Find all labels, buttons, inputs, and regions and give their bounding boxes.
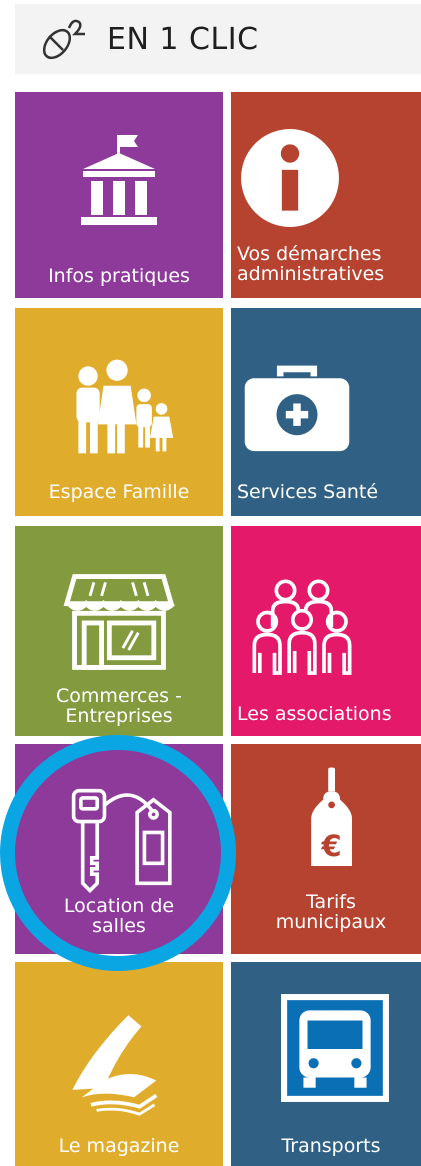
key-tag-icon [71, 788, 172, 894]
family-icon [76, 359, 174, 454]
tile-label: Tarifs municipaux [275, 891, 387, 933]
shop-icon [63, 574, 175, 670]
tile-services-sante[interactable]: Services Santé [231, 308, 421, 516]
header-title: EN 1 CLIC [107, 21, 259, 57]
tile-label: Vos démarches administratives [237, 243, 385, 285]
info-icon [241, 129, 339, 227]
tile-location-de-salles[interactable]: Location de salles [15, 744, 223, 954]
medical-kit-icon [244, 365, 350, 452]
people-group-icon [252, 579, 352, 675]
tile-label: Infos pratiques [48, 265, 190, 287]
bus-icon [281, 994, 389, 1102]
tile-tarifs-municipaux[interactable]: € Tarifs municipaux [231, 744, 421, 954]
tile-label: Les associations [237, 703, 392, 725]
town-hall-icon [81, 135, 157, 225]
tile-label: Location de salles [63, 895, 175, 937]
tile-label: Le magazine [58, 1135, 180, 1157]
svg-text:€: € [321, 829, 342, 863]
tile-les-associations[interactable]: Les associations [231, 526, 421, 736]
header-bar: EN 1 CLIC [15, 4, 421, 74]
tile-le-magazine[interactable]: Le magazine [15, 962, 223, 1166]
tile-label: Espace Famille [48, 481, 190, 503]
mouse-icon [42, 19, 85, 60]
magazine-icon [72, 1015, 158, 1116]
tile-transports[interactable]: Transports [231, 962, 421, 1166]
tile-label: Services Santé [237, 481, 379, 503]
tile-vos-demarches[interactable]: Vos démarches administratives [231, 92, 421, 298]
tile-infos-pratiques[interactable]: Infos pratiques [15, 92, 223, 298]
tile-commerces-entreprises[interactable]: Commerces - Entreprises [15, 526, 223, 736]
tile-espace-famille[interactable]: Espace Famille [15, 308, 223, 516]
tile-label: Commerces - Entreprises [56, 685, 182, 727]
euro-tag-icon: € [311, 767, 352, 867]
tile-label: Transports [281, 1135, 381, 1157]
